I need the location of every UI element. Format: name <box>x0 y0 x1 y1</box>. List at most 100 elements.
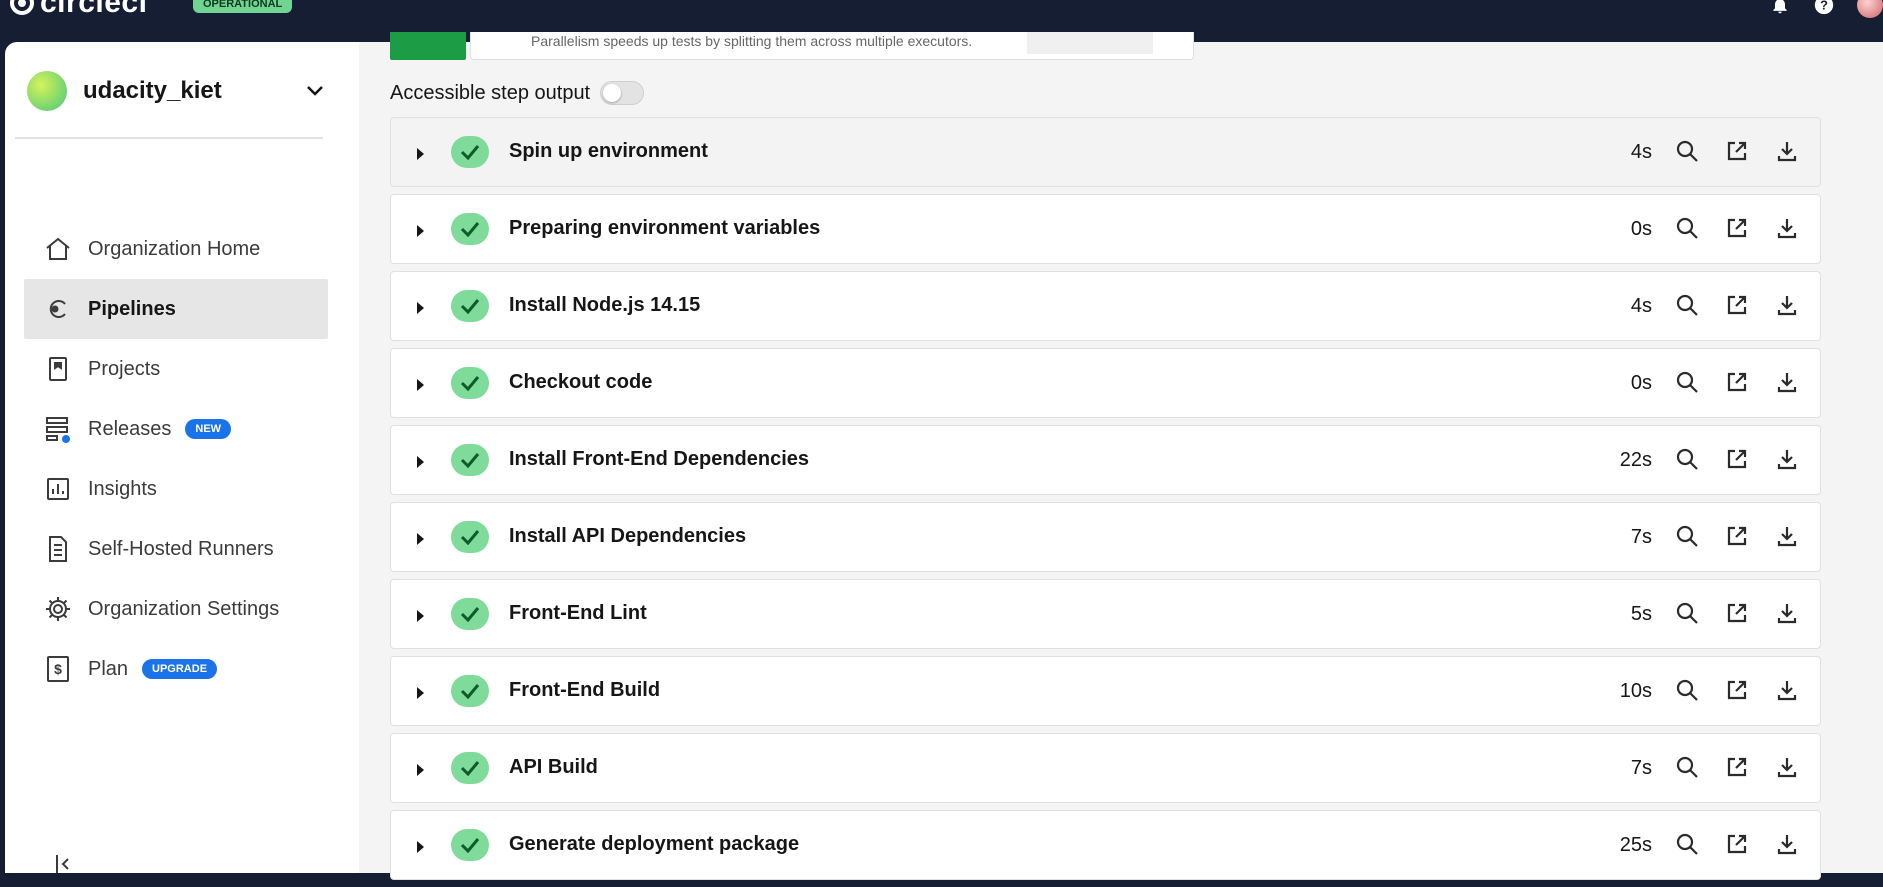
step-actions <box>1674 831 1800 857</box>
step-duration: 5s <box>1630 603 1652 625</box>
open-external-icon[interactable] <box>1724 446 1750 472</box>
download-icon[interactable] <box>1774 369 1800 395</box>
open-external-icon[interactable] <box>1724 831 1750 857</box>
open-external-icon[interactable] <box>1724 138 1750 164</box>
search-icon[interactable] <box>1674 138 1700 164</box>
step-duration: 25s <box>1619 834 1652 856</box>
search-icon[interactable] <box>1674 369 1700 395</box>
step-row[interactable]: Checkout code 0s <box>390 348 1821 418</box>
user-avatar[interactable] <box>1857 0 1883 18</box>
runners-icon <box>43 534 73 564</box>
success-check-icon <box>451 829 489 861</box>
step-actions <box>1674 677 1800 703</box>
step-row[interactable]: Preparing environment variables 0s <box>390 194 1821 264</box>
sidebar-item-label: Organization Home <box>88 237 261 260</box>
sidebar-divider <box>15 137 323 139</box>
expand-caret-icon[interactable] <box>417 687 424 699</box>
org-switcher[interactable]: udacity_kiet <box>27 70 327 112</box>
expand-caret-icon[interactable] <box>417 610 424 622</box>
step-actions <box>1674 215 1800 241</box>
sidebar-item-label: Organization Settings <box>88 597 280 620</box>
step-actions <box>1674 369 1800 395</box>
sidebar-item-projects[interactable]: Projects <box>24 339 328 399</box>
search-icon[interactable] <box>1674 523 1700 549</box>
new-badge: NEW <box>185 419 232 439</box>
search-icon[interactable] <box>1674 754 1700 780</box>
download-icon[interactable] <box>1774 292 1800 318</box>
step-row[interactable]: Front-End Build 10s <box>390 656 1821 726</box>
search-icon[interactable] <box>1674 831 1700 857</box>
parallelism-button[interactable] <box>1027 32 1153 54</box>
search-icon[interactable] <box>1674 677 1700 703</box>
step-name: Generate deployment package <box>509 833 800 855</box>
download-icon[interactable] <box>1774 215 1800 241</box>
upgrade-badge[interactable]: UPGRADE <box>142 659 218 679</box>
open-external-icon[interactable] <box>1724 754 1750 780</box>
sidebar-item-label: Plan <box>88 657 129 680</box>
step-row[interactable]: Spin up environment 4s <box>390 117 1821 187</box>
step-name: Install API Dependencies <box>509 525 747 547</box>
collapse-sidebar-icon[interactable] <box>51 852 75 876</box>
open-external-icon[interactable] <box>1724 369 1750 395</box>
search-icon[interactable] <box>1674 292 1700 318</box>
sidebar-item-insights[interactable]: Insights <box>24 459 328 519</box>
help-icon[interactable]: ? <box>1813 0 1835 16</box>
step-row[interactable]: Install API Dependencies 7s <box>390 502 1821 572</box>
step-row[interactable]: Front-End Lint 5s <box>390 579 1821 649</box>
status-badge[interactable]: OPERATIONAL <box>193 0 293 13</box>
success-check-icon <box>451 444 489 476</box>
expand-caret-icon[interactable] <box>417 148 424 160</box>
step-row[interactable]: Install Node.js 14.15 4s <box>390 271 1821 341</box>
sidebar-item-organization-settings[interactable]: Organization Settings <box>24 579 328 639</box>
download-icon[interactable] <box>1774 600 1800 626</box>
search-icon[interactable] <box>1674 215 1700 241</box>
download-icon[interactable] <box>1774 831 1800 857</box>
step-actions <box>1674 600 1800 626</box>
expand-caret-icon[interactable] <box>417 302 424 314</box>
status-chip <box>390 32 466 60</box>
expand-caret-icon[interactable] <box>417 225 424 237</box>
download-icon[interactable] <box>1774 138 1800 164</box>
open-external-icon[interactable] <box>1724 600 1750 626</box>
success-check-icon <box>451 367 489 399</box>
open-external-icon[interactable] <box>1724 677 1750 703</box>
main-content: Parallelism speeds up tests by splitting… <box>359 32 1883 880</box>
step-row[interactable]: API Build 7s <box>390 733 1821 803</box>
parallelism-banner: Parallelism speeds up tests by splitting… <box>390 32 1194 60</box>
sidebar-item-releases[interactable]: Releases NEW <box>24 399 328 459</box>
bell-icon[interactable] <box>1769 0 1791 16</box>
download-icon[interactable] <box>1774 754 1800 780</box>
expand-caret-icon[interactable] <box>417 456 424 468</box>
step-row[interactable]: Install Front-End Dependencies 22s <box>390 425 1821 495</box>
download-icon[interactable] <box>1774 446 1800 472</box>
org-name: udacity_kiet <box>83 77 222 104</box>
download-icon[interactable] <box>1774 677 1800 703</box>
open-external-icon[interactable] <box>1724 215 1750 241</box>
open-external-icon[interactable] <box>1724 292 1750 318</box>
circleci-logo[interactable]: circleci <box>10 0 147 19</box>
expand-caret-icon[interactable] <box>417 764 424 776</box>
sidebar-item-label: Pipelines <box>88 297 176 320</box>
search-icon[interactable] <box>1674 600 1700 626</box>
download-icon[interactable] <box>1774 523 1800 549</box>
accessible-step-output-label: Accessible step output <box>390 81 591 104</box>
sidebar-item-plan[interactable]: $ Plan UPGRADE <box>24 639 328 699</box>
sidebar-item-organization-home[interactable]: Organization Home <box>24 219 328 279</box>
accessible-step-output-toggle[interactable] <box>600 81 645 105</box>
open-external-icon[interactable] <box>1724 523 1750 549</box>
svg-text:$: $ <box>54 661 62 677</box>
sidebar-item-self-hosted-runners[interactable]: Self-Hosted Runners <box>24 519 328 579</box>
gear-icon <box>43 594 73 624</box>
search-icon[interactable] <box>1674 446 1700 472</box>
chevron-down-icon[interactable] <box>303 79 327 103</box>
sidebar-item-label: Self-Hosted Runners <box>88 537 274 560</box>
step-name: Checkout code <box>509 371 653 393</box>
expand-caret-icon[interactable] <box>417 379 424 391</box>
accessible-step-output: Accessible step output <box>390 78 645 108</box>
step-row[interactable]: Generate deployment package 25s <box>390 810 1821 880</box>
step-actions <box>1674 138 1800 164</box>
expand-caret-icon[interactable] <box>417 533 424 545</box>
success-check-icon <box>451 675 489 707</box>
sidebar-item-pipelines[interactable]: Pipelines <box>24 279 328 339</box>
expand-caret-icon[interactable] <box>417 841 424 853</box>
